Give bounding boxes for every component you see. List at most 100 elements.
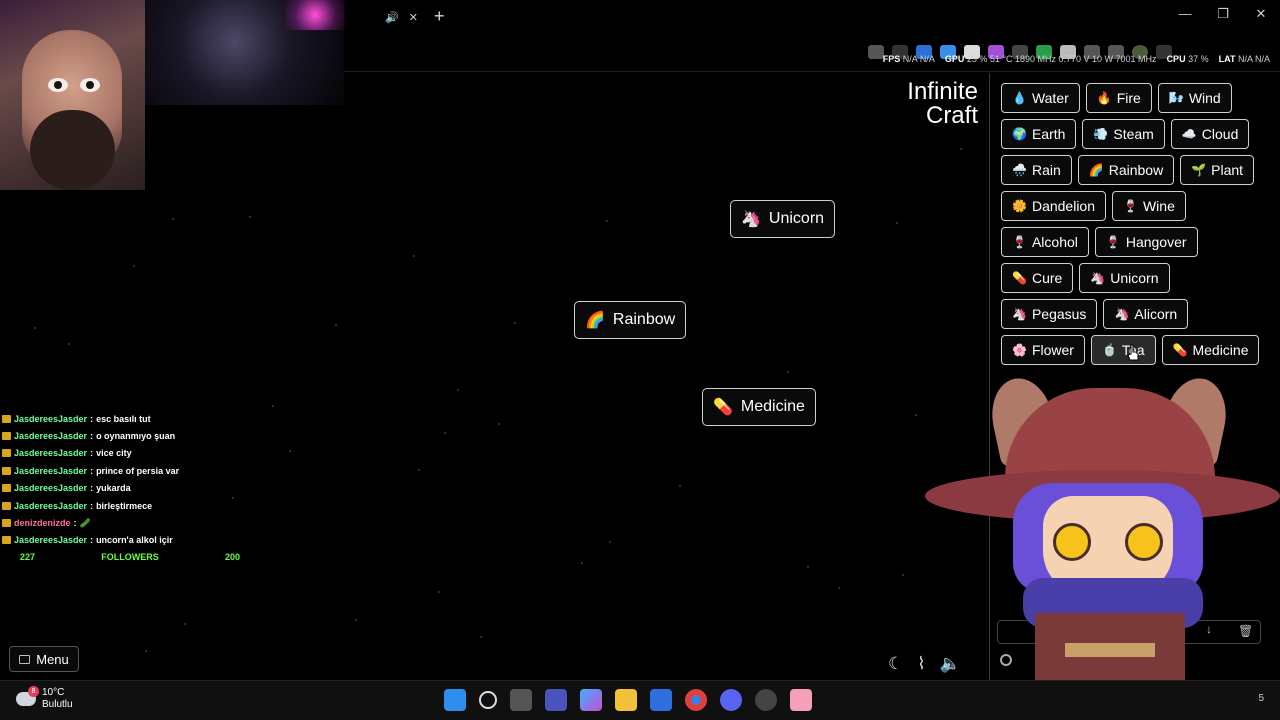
rainbow-icon: 🌈 [1088,163,1104,177]
vtube-studio-icon[interactable] [790,689,812,711]
canvas-item-label: Unicorn [768,210,825,227]
discord-icon[interactable] [720,689,742,711]
avatar-eye [1053,523,1091,561]
sidebar-item-wind[interactable]: 🌬️ Wind [1157,83,1232,113]
gpu-label: GPU [944,54,965,64]
vtuber-avatar [925,378,1280,680]
avatar-eye [1125,523,1163,561]
sidebar-item-water[interactable]: 💧 Water [1001,83,1080,113]
globe-icon: 🌍 [1012,127,1027,141]
teams-icon[interactable] [545,689,567,711]
item-label: Hangover [1125,234,1187,250]
search-icon[interactable] [479,691,497,709]
star-dot [514,322,516,324]
sidebar-item-medicine[interactable]: 💊 Medicine [1161,335,1260,365]
item-label: Plant [1211,162,1244,178]
sidebar-item-pegasus[interactable]: 🦄 Pegasus [1001,299,1098,329]
restore-button[interactable]: ❐ [1204,6,1242,22]
file-explorer-icon[interactable] [615,689,637,711]
stream-chat: JasdereesJasder: esc basılı tut Jasderees… [2,410,262,549]
system-tray[interactable]: 5 [1258,693,1264,704]
star-dot [34,327,36,329]
item-label: Medicine [1192,342,1249,358]
brand-line-1: Infinite [907,78,978,105]
sidebar-item-tea[interactable]: 🍵Tea [1090,335,1156,365]
dark-mode-icon[interactable]: ☾ [888,654,903,674]
star-dot [498,423,500,425]
star-dot [896,222,898,224]
star-dot [355,619,357,621]
sidebar-item-flower[interactable]: 🌸 Flower [1001,335,1085,365]
close-window-button[interactable]: ✕ [1242,6,1280,22]
unicorn-icon: 🦄 [1090,271,1106,285]
cpu-label: CPU [1166,54,1186,64]
chat-username: denizdenizde [14,518,71,529]
windows-start-icon[interactable] [444,689,466,711]
unicorn-icon: 🦄 [741,211,761,228]
star-dot [249,216,251,218]
chat-text: yukarda [96,483,131,494]
sidebar-item-cloud[interactable]: ☁️ Cloud [1170,119,1250,149]
browser-tab[interactable]: 🔊 ✕ [344,4,424,30]
sidebar-item-hangover[interactable]: 🍷 Hangover [1094,227,1198,257]
sidebar-item-earth[interactable]: 🌍 Earth [1001,119,1077,149]
sidebar-item-alcohol[interactable]: 🍷 Alcohol [1001,227,1089,257]
chat-badge-icon [2,536,11,545]
sidebar-item-unicorn[interactable]: 🦄 Unicorn [1079,263,1170,293]
item-list: 💧 Water 🔥 Fire 🌬️ Wind 🌍 Earth 💨 Steam ☁️ Clou… [1001,83,1271,365]
item-label: Unicorn [1110,270,1159,286]
steam-icon: 💨 [1093,127,1109,141]
canvas-item-medicine[interactable]: 💊 Medicine [702,388,816,426]
follower-goal: 227 FOLLOWERS 200 [20,552,240,562]
sidebar-item-rain[interactable]: 🌧️ Rain [1001,155,1072,185]
star-dot [679,485,681,487]
star-dot [133,265,135,267]
tab-close-icon[interactable]: ✕ [409,11,418,24]
sidebar-item-steam[interactable]: 💨 Steam [1082,119,1165,149]
minimize-button[interactable]: — [1166,6,1204,22]
streamer-beard [30,110,115,190]
chrome-icon[interactable] [685,689,707,711]
pill-icon: 💊 [713,399,733,416]
screen: 🔊 ✕ + — ❐ ✕ FPS N/A N/A GPU 25 % 51 °C 1… [0,0,1280,720]
speaker-icon[interactable]: 🔊 [385,11,399,24]
sidebar-item-fire[interactable]: 🔥 Fire [1085,83,1152,113]
star-dot [902,574,904,576]
craft-canvas[interactable] [0,73,989,680]
star-dot [418,469,420,471]
star-dot [289,450,291,452]
star-dot [480,636,482,638]
weather-widget[interactable]: 8 10°C Bulutlu [16,686,73,711]
star-dot [915,414,917,416]
star-dot [438,591,440,593]
canvas-item-unicorn[interactable]: 🦄 Unicorn [730,200,836,238]
store-icon[interactable] [650,689,672,711]
pill-icon: 💊 [1012,271,1027,285]
obs-icon[interactable] [755,689,777,711]
translate-icon[interactable] [868,45,884,59]
fire-icon: 🔥 [1096,91,1112,105]
webcam-overlay [0,0,145,190]
copilot-icon[interactable] [580,689,602,711]
star-dot [838,587,840,589]
sidebar-item-cure[interactable]: 💊 Cure [1001,263,1074,293]
avatar-stripe [1065,643,1155,657]
task-view-icon[interactable] [510,689,532,711]
weather-temp: 10°C [42,687,65,698]
performance-overlay: FPS N/A N/A GPU 25 % 51 °C 1890 MHz 0.77… [883,54,1270,64]
sidebar-item-dandelion[interactable]: 🌼 Dandelion [1001,191,1107,221]
sidebar-item-alicorn[interactable]: 🦄 Alicorn [1103,299,1189,329]
sidebar-item-plant[interactable]: 🌱 Plant [1180,155,1255,185]
browser-toolbar: FPS N/A N/A GPU 25 % 51 °C 1890 MHz 0.77… [344,34,1280,72]
menu-button[interactable]: Menu [9,646,79,672]
window-controls: — ❐ ✕ [1166,6,1280,22]
sidebar-item-wine[interactable]: 🍷 Wine [1112,191,1186,221]
wine-glass-icon: 🍷 [1123,199,1138,213]
canvas-item-label: Medicine [740,398,805,415]
new-tab-button[interactable]: + [434,6,445,27]
star-dot [68,343,70,345]
chat-badge-icon [2,466,11,475]
canvas-item-rainbow[interactable]: 🌈 Rainbow [574,301,687,339]
fps-value: N/A [902,54,918,64]
sidebar-item-rainbow[interactable]: 🌈 Rainbow [1077,155,1175,185]
